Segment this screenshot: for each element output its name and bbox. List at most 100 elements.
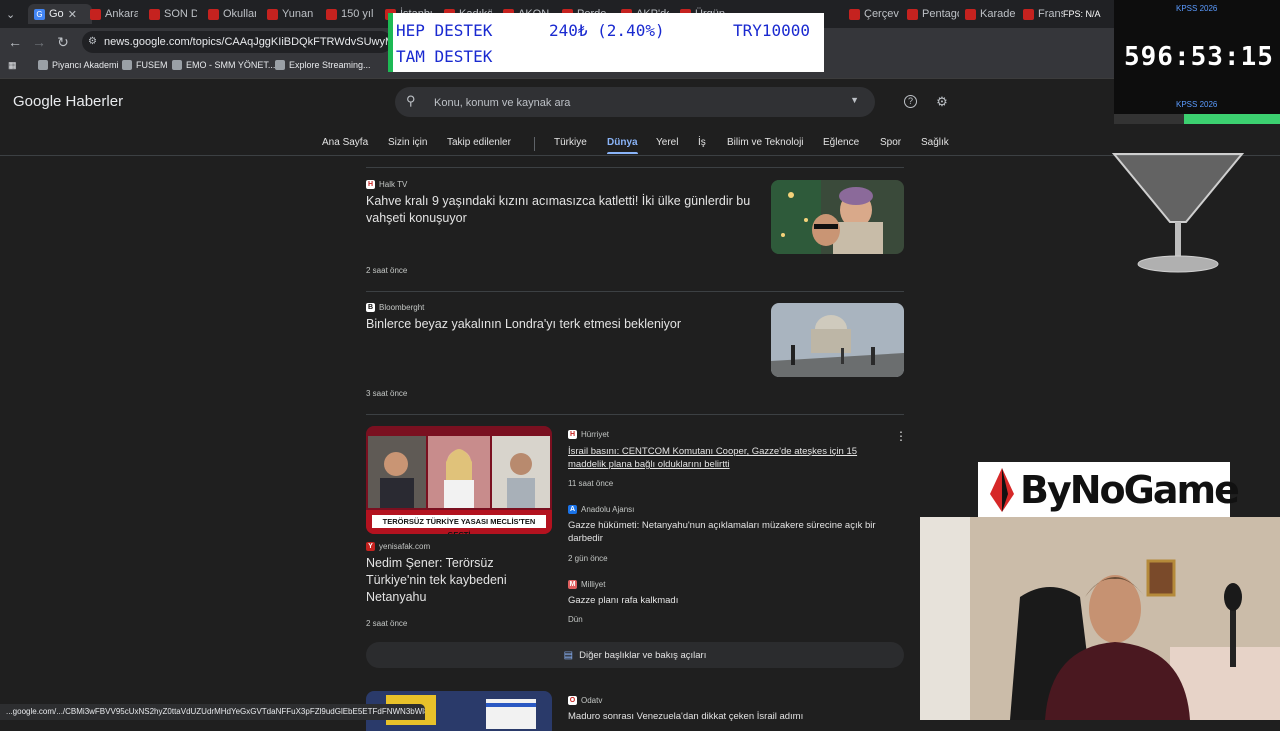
chevron-down-icon: ⌄ — [6, 8, 16, 21]
nav-turkey[interactable]: Türkiye — [554, 137, 587, 148]
related-headline[interactable]: İsrail basını: CENTCOM Komutanı Cooper, … — [568, 445, 893, 471]
nav-divider — [534, 137, 535, 151]
ticker-goal: TRY10000 — [733, 21, 811, 40]
browser-tab[interactable]: Çerçev — [849, 4, 901, 24]
browser-tab[interactable]: Karade — [965, 4, 1017, 24]
browser-tab[interactable]: Okullar — [208, 4, 256, 24]
news-feed: H Halk TV Kahve kralı 9 yaşındaki kızını… — [355, 156, 915, 731]
tv-caption: TERÖRSÜZ TÜRKİYE YASASI MECLİS'TEN GEÇTİ — [372, 515, 546, 534]
ticker-amount: 240₺ (2.40%) — [549, 21, 665, 40]
nav-health[interactable]: Sağlık — [921, 137, 949, 148]
apps-grid-icon[interactable]: ▦ — [8, 60, 17, 71]
streamer-camera-image — [920, 517, 1280, 720]
article-headline[interactable]: Binlerce beyaz yakalının Londra'yı terk … — [366, 316, 751, 333]
article-source[interactable]: O Odatv — [568, 696, 602, 705]
nav-following[interactable]: Takip edilenler — [447, 137, 511, 148]
bynogame-logo: ByNoGame — [978, 462, 1240, 518]
browser-tab[interactable]: Fransa — [1023, 4, 1063, 24]
bookmark-icon — [38, 60, 48, 70]
nav-science-tech[interactable]: Bilim ve Teknoloji — [727, 137, 804, 148]
article-thumbnail[interactable] — [771, 180, 904, 254]
search-box[interactable]: ⚲ ▼ — [395, 87, 875, 117]
article-source[interactable]: A Anadolu Ajansı — [568, 505, 634, 514]
browser-tab[interactable]: Yunan — [267, 4, 315, 24]
tab-search-button[interactable]: ⌄ — [6, 4, 15, 24]
browser-tab[interactable]: 150 yılı — [326, 4, 374, 24]
news-favicon-icon — [149, 8, 160, 20]
reload-icon[interactable]: ↻ — [55, 34, 71, 50]
topic-nav: Ana Sayfa Sizin için Takip edilenler Tür… — [0, 137, 1280, 155]
article-source[interactable]: Y yenisafak.com — [366, 542, 430, 551]
browser-tab[interactable]: SON D — [149, 4, 197, 24]
article-time: 2 saat önce — [366, 619, 408, 628]
settings-gear-icon[interactable]: ⚙ — [935, 95, 949, 109]
address-bar[interactable]: ⚙ news.google.com/topics/CAAqJggKIiBDQkF… — [82, 31, 392, 53]
nav-business[interactable]: İş — [698, 137, 706, 148]
bookmark-icon — [122, 60, 132, 70]
news-header: Google Haberler ⚲ ▼ ? ⚙ Ana Sayfa Sizin … — [0, 79, 1280, 156]
google-news-favicon-icon: G — [34, 8, 45, 20]
related-headline[interactable]: Gazze hükümeti: Netanyahu'nun açıklamala… — [568, 519, 893, 545]
bookmark-item[interactable]: Explore Streaming... — [275, 60, 371, 70]
article-thumbnail[interactable] — [771, 303, 904, 377]
bookmark-icon — [275, 60, 285, 70]
article-source[interactable]: B Bloomberght — [366, 303, 424, 312]
bookmark-item[interactable]: EMO - SMM YÖNET... — [172, 60, 275, 70]
london-bridge-photo — [771, 303, 904, 377]
article-source[interactable]: M Milliyet — [568, 580, 605, 589]
article-source[interactable]: H Hürriyet — [568, 430, 609, 439]
article-time: Dün — [568, 615, 583, 624]
nav-sports[interactable]: Spor — [880, 137, 901, 148]
odatv-logo-icon: O — [568, 696, 577, 705]
google-news-logo[interactable]: Google Haberler — [13, 93, 123, 110]
close-icon[interactable]: ✕ — [68, 8, 77, 21]
article-headline[interactable]: Kahve kralı 9 yaşındaki kızını acımasızc… — [366, 193, 751, 227]
site-info-icon[interactable]: ⚙ — [88, 31, 97, 53]
divider — [366, 167, 904, 168]
donation-ticker: HEP DESTEK TAM DESTEK 240₺ (2.40%) TRY10… — [388, 13, 824, 72]
nav-for-you[interactable]: Sizin için — [388, 137, 427, 148]
cluster-thumbnail[interactable]: TERÖRSÜZ TÜRKİYE YASASI MECLİS'TEN GEÇTİ — [366, 426, 552, 534]
ticker-line-2: TAM DESTEK — [396, 47, 493, 66]
bookmark-item[interactable]: FUSEM — [122, 60, 168, 70]
dropdown-arrow-icon[interactable]: ▼ — [850, 95, 859, 105]
nav-local[interactable]: Yerel — [656, 137, 678, 148]
sponsor-logo-icon — [990, 468, 1014, 512]
bookmark-icon — [172, 60, 182, 70]
news-favicon-icon — [965, 8, 976, 20]
help-icon[interactable]: ? — [904, 95, 917, 108]
related-headline[interactable]: Maduro sonrası Venezuela'dan dikkat çeke… — [568, 710, 893, 723]
brand-text: ByNoGame — [1020, 468, 1240, 512]
related-headline[interactable]: Gazze planı rafa kalkmadı — [568, 594, 893, 607]
nav-home[interactable]: Ana Sayfa — [322, 137, 368, 148]
article-source[interactable]: H Halk TV — [366, 180, 407, 189]
cluster-headline[interactable]: Nedim Şener: Terörsüz Türkiye'nin tek ka… — [366, 555, 541, 606]
nav-entertainment[interactable]: Eğlence — [823, 137, 859, 148]
news-favicon-icon — [326, 8, 337, 20]
news-favicon-icon — [907, 8, 918, 20]
timer-title: KPSS 2026 — [1176, 4, 1218, 13]
countdown-widget: KPSS 2026 596:53:15 KPSS 2026 — [1114, 0, 1280, 124]
coverage-icon: ▤ — [563, 649, 574, 661]
news-favicon-icon — [208, 8, 219, 20]
article-time: 11 saat önce — [568, 479, 614, 488]
forward-arrow-icon[interactable]: → — [31, 34, 47, 50]
hurriyet-logo-icon: H — [568, 430, 577, 439]
countdown-value: 596:53:15 — [1124, 42, 1274, 72]
tab-google-news[interactable]: G Go ✕ — [28, 4, 92, 24]
martini-glass-icon — [1111, 153, 1245, 273]
fps-counter: FPS: N/A — [1063, 9, 1101, 19]
bookmark-item[interactable]: Piyancı Akademi — [38, 60, 119, 70]
back-arrow-icon[interactable]: ← — [7, 34, 23, 50]
nav-world[interactable]: Dünya — [607, 137, 638, 154]
search-input[interactable] — [432, 92, 836, 114]
more-coverage-button[interactable]: ▤ Diğer başlıklar ve bakış açıları — [366, 642, 904, 668]
timer-label: KPSS 2026 — [1176, 100, 1218, 109]
timer-progress-fill — [1184, 114, 1280, 124]
browser-tab[interactable]: Pentagon — [907, 4, 959, 24]
ticker-line-1: HEP DESTEK — [396, 21, 493, 40]
browser-tab[interactable]: Ankara — [90, 4, 138, 24]
more-options-icon[interactable]: ⋮ — [895, 430, 907, 442]
bloomberght-logo-icon: B — [366, 303, 375, 312]
search-icon[interactable]: ⚲ — [406, 93, 416, 109]
